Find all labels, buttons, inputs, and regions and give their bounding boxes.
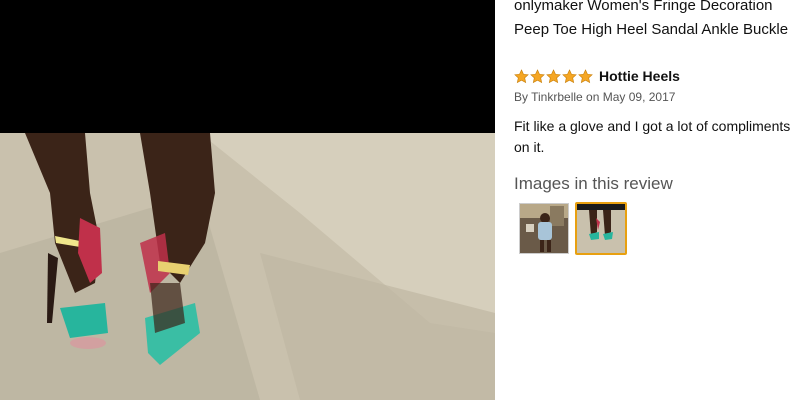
star-icon (562, 68, 577, 83)
star-rating[interactable] (514, 68, 593, 84)
star-icon (578, 68, 593, 83)
review-byline: By Tinkrbelle on May 09, 2017 (514, 90, 675, 104)
review-body: Fit like a glove and I got a lot of comp… (514, 118, 791, 155)
star-icon (546, 68, 561, 83)
review-panel: onlymaker Women's Fringe Decoration Peep… (514, 0, 800, 400)
review-date: on May 09, 2017 (582, 90, 676, 104)
byline-prefix: By (514, 90, 532, 104)
star-icon (530, 68, 545, 83)
review-author-link[interactable]: Tinkrbelle (531, 90, 583, 104)
review-thumbnail-1[interactable] (519, 203, 569, 254)
thumbnail-2-image (577, 204, 625, 253)
photo-black-band (0, 0, 495, 133)
product-title[interactable]: onlymaker Women's Fringe Decoration Peep… (514, 0, 800, 42)
review-title[interactable]: Hottie Heels (599, 68, 680, 84)
star-icon (514, 68, 529, 83)
thumbnail-1-image (520, 204, 568, 253)
review-thumbnail-2[interactable] (575, 202, 627, 255)
photo-scene (0, 133, 495, 400)
review-rating-row: Hottie Heels (514, 67, 680, 85)
images-section-heading: Images in this review (514, 174, 673, 193)
review-thumbnails (519, 202, 627, 255)
review-photo[interactable] (0, 0, 495, 400)
